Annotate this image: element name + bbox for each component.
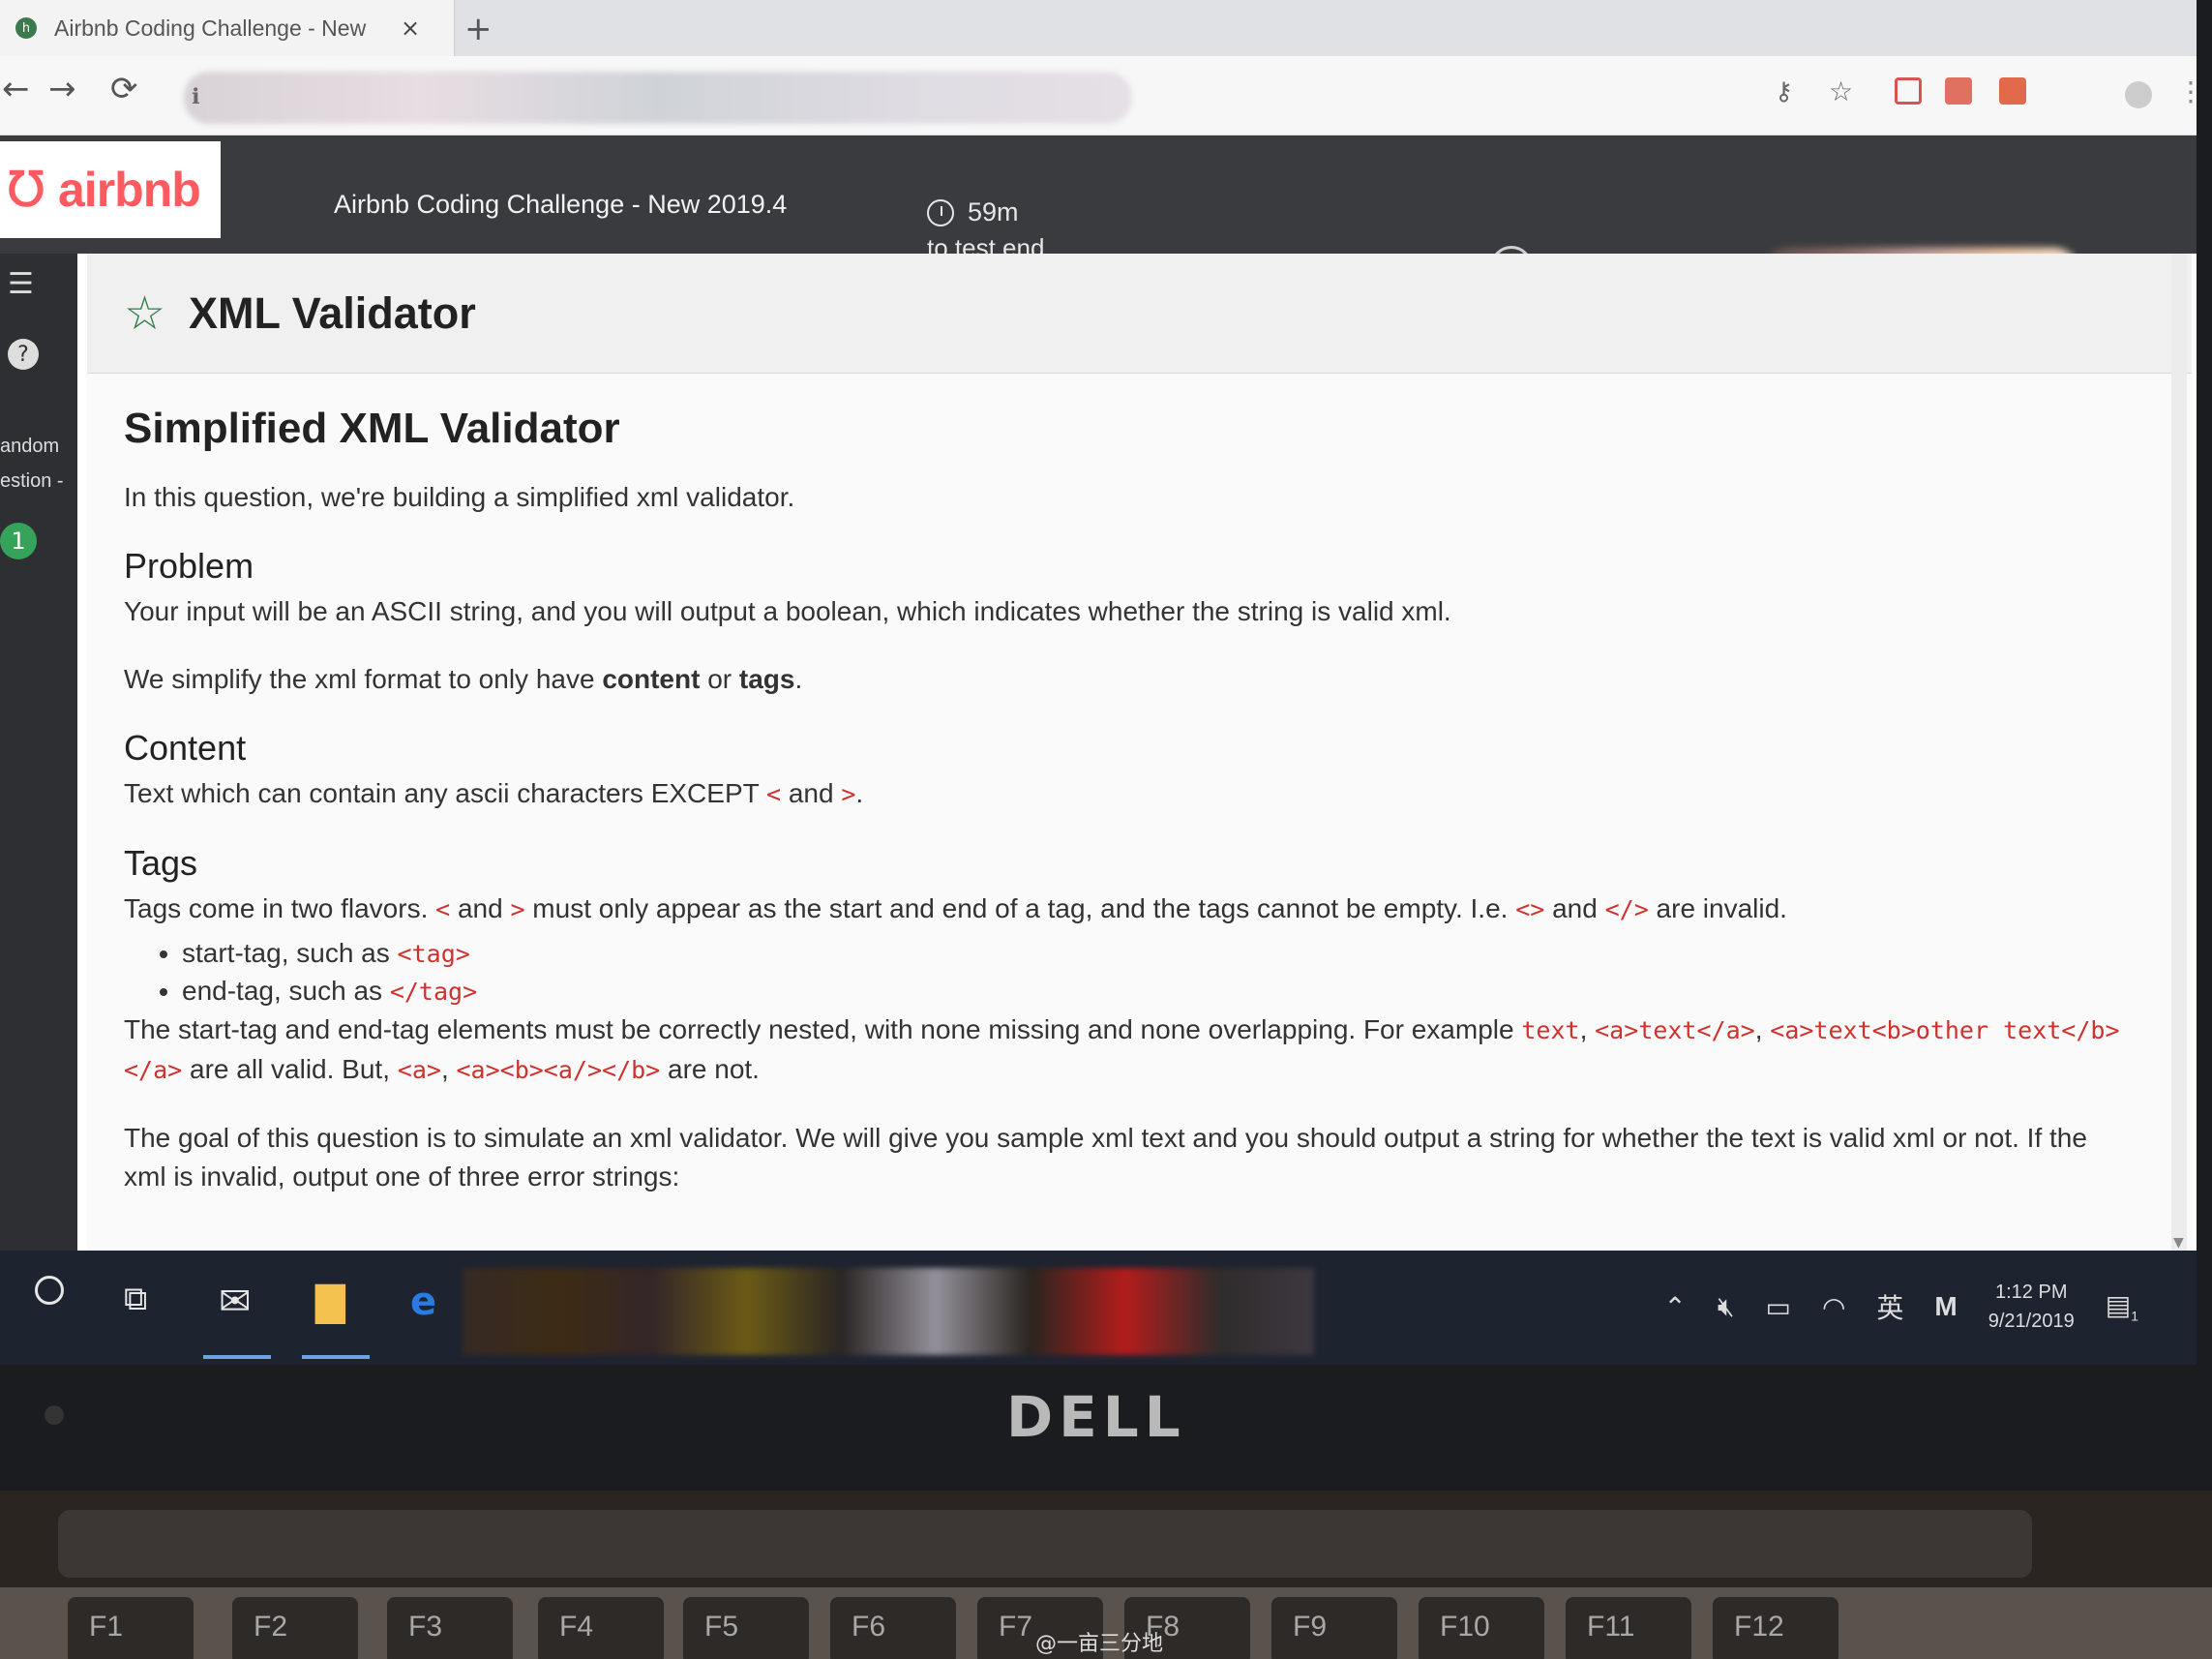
browser-menu-icon[interactable]: ⋮ xyxy=(2177,75,2197,107)
problem-text: Your input will be an ASCII string, and … xyxy=(124,596,1451,626)
gmail-icon[interactable]: M xyxy=(1934,1291,1957,1322)
airbnb-logo: ᘮ airbnb xyxy=(0,141,221,238)
extension-pocket-icon[interactable] xyxy=(1895,77,1922,105)
clock-time: 1:12 PM xyxy=(1995,1282,2068,1303)
sidebar-random-label[interactable]: andom xyxy=(0,436,59,458)
key-f6: F6 xyxy=(830,1597,956,1659)
mail-active-indicator xyxy=(203,1355,271,1359)
content-heading: Content xyxy=(124,728,247,768)
list-item: end-tag, such as </tag> xyxy=(182,973,2155,1010)
content-text: Text which can contain any ascii charact… xyxy=(124,778,864,808)
task-view-icon[interactable]: ⧉ xyxy=(124,1280,147,1318)
bookmark-star-icon[interactable]: ☆ xyxy=(1829,75,1853,107)
sidebar-question-label[interactable]: estion - xyxy=(0,470,64,493)
intro-text: In this question, we're building a simpl… xyxy=(124,482,795,512)
mail-icon[interactable]: ✉ xyxy=(219,1280,252,1324)
scroll-down-icon[interactable]: ▼ xyxy=(2173,1235,2184,1251)
site-header: ᘮ airbnb Airbnb Coding Challenge - New 2… xyxy=(0,136,2197,302)
volume-muted-icon[interactable]: 🔇︎ xyxy=(1718,1291,1735,1323)
key-icon[interactable]: ⚷ xyxy=(1775,77,1793,106)
tray-clock[interactable]: 1:12 PM 9/21/2019 xyxy=(1988,1278,2075,1336)
page-scrollbar[interactable]: ▼ xyxy=(2171,254,2187,1251)
problem-header: ☆ XML Validator xyxy=(87,254,2192,374)
help-icon[interactable]: ? xyxy=(8,339,39,370)
challenge-title: Airbnb Coding Challenge - New 2019.4 xyxy=(334,190,788,219)
tags-heading: Tags xyxy=(124,843,198,883)
clock-icon xyxy=(927,198,954,226)
address-bar[interactable] xyxy=(184,72,1132,124)
star-icon[interactable]: ☆ xyxy=(124,287,165,341)
key-f10: F10 xyxy=(1419,1597,1544,1659)
forward-arrow-icon[interactable]: → xyxy=(48,70,76,108)
problem-panel: ☆ XML Validator Simplified XML Validator… xyxy=(87,254,2192,1251)
tags-text: Tags come in two flavors. < and > must o… xyxy=(124,893,1787,923)
extension-icon[interactable] xyxy=(1999,77,2026,105)
dell-logo: DELL xyxy=(1006,1384,1186,1450)
key-f12: F12 xyxy=(1713,1597,1838,1659)
extension-pdf-icon[interactable] xyxy=(1945,77,1972,105)
explorer-active-indicator xyxy=(302,1355,370,1359)
watermark: @一亩三分地 xyxy=(1035,1632,1164,1656)
browser-tab[interactable]: h Airbnb Coding Challenge - New × xyxy=(0,0,455,56)
problem-description: Simplified XML Validator In this questio… xyxy=(87,374,2192,1216)
wifi-icon[interactable]: ◠ xyxy=(1822,1291,1845,1323)
key-f9: F9 xyxy=(1271,1597,1397,1659)
new-tab-button[interactable]: + xyxy=(464,10,493,48)
edge-browser-icon[interactable]: e xyxy=(410,1280,436,1324)
action-center-icon[interactable]: ▤1 xyxy=(2106,1289,2138,1324)
reload-icon[interactable]: ⟳ xyxy=(110,70,138,108)
laptop-hinge xyxy=(58,1510,2032,1578)
browser-toolbar: ← → ⟳ ℹ ⚷ ☆ ⋮ xyxy=(0,56,2197,136)
key-f5: F5 xyxy=(683,1597,809,1659)
ime-indicator[interactable]: 英 xyxy=(1876,1287,1903,1326)
goal-text: The goal of this question is to simulate… xyxy=(124,1123,2087,1153)
notification-count: 1 xyxy=(2131,1308,2138,1324)
system-tray: ⌃ 🔇︎ ▭ ◠ 英 M 1:12 PM 9/21/2019 ▤1 xyxy=(1663,1278,2138,1336)
airbnb-belo-icon: ᘮ xyxy=(8,162,45,218)
back-arrow-icon[interactable]: ← xyxy=(2,70,30,108)
windows-taskbar: ⧉ ✉ ▇ e ⌃ 🔇︎ ▭ ◠ 英 M 1:12 PM 9/21/2019 ▤… xyxy=(0,1251,2197,1365)
key-f11: F11 xyxy=(1566,1597,1691,1659)
tag-flavor-list: start-tag, such as <tag> end-tag, such a… xyxy=(182,935,2155,1010)
description-heading: Simplified XML Validator xyxy=(124,405,620,452)
camera xyxy=(45,1405,64,1425)
question-list-icon[interactable]: ☰ xyxy=(8,267,34,301)
clock-date: 9/21/2019 xyxy=(1988,1311,2075,1332)
simplify-text: We simplify the xml format to only have … xyxy=(124,664,803,694)
key-f3: F3 xyxy=(387,1597,513,1659)
screen: h Airbnb Coding Challenge - New × + ← → … xyxy=(0,0,2197,1365)
show-hidden-icons-icon[interactable]: ⌃ xyxy=(1663,1291,1686,1323)
browser-tabbar: h Airbnb Coding Challenge - New × + xyxy=(0,0,2197,56)
key-f1: F1 xyxy=(68,1597,194,1659)
file-explorer-icon[interactable]: ▇ xyxy=(315,1280,345,1324)
site-info-icon[interactable]: ℹ xyxy=(192,85,199,109)
battery-icon[interactable]: ▭ xyxy=(1766,1291,1791,1323)
tab-close-icon[interactable]: × xyxy=(401,15,420,42)
sidebar: ☰ ? andom estion - 1 xyxy=(0,254,77,1251)
question-number-badge[interactable]: 1 xyxy=(0,523,37,559)
key-f4: F4 xyxy=(538,1597,664,1659)
problem-title: XML Validator xyxy=(189,287,476,338)
logo-text: airbnb xyxy=(58,163,201,217)
hackerrank-favicon-icon: h xyxy=(15,17,37,39)
key-f2: F2 xyxy=(232,1597,358,1659)
laptop-bezel: h Airbnb Coding Challenge - New × + ← → … xyxy=(0,0,2212,1491)
timer-value: 59m xyxy=(968,197,1019,226)
list-item: start-tag, such as <tag> xyxy=(182,935,2155,973)
pinned-apps[interactable] xyxy=(463,1268,1314,1355)
nesting-text: The start-tag and end-tag elements must … xyxy=(124,1014,2120,1084)
tab-title: Airbnb Coding Challenge - New xyxy=(54,15,367,41)
cortana-search-icon[interactable] xyxy=(35,1276,64,1305)
profile-avatar-icon[interactable] xyxy=(2125,81,2152,108)
goal-text-cut: xml is invalid, output one of three erro… xyxy=(124,1161,680,1191)
problem-heading: Problem xyxy=(124,546,254,586)
